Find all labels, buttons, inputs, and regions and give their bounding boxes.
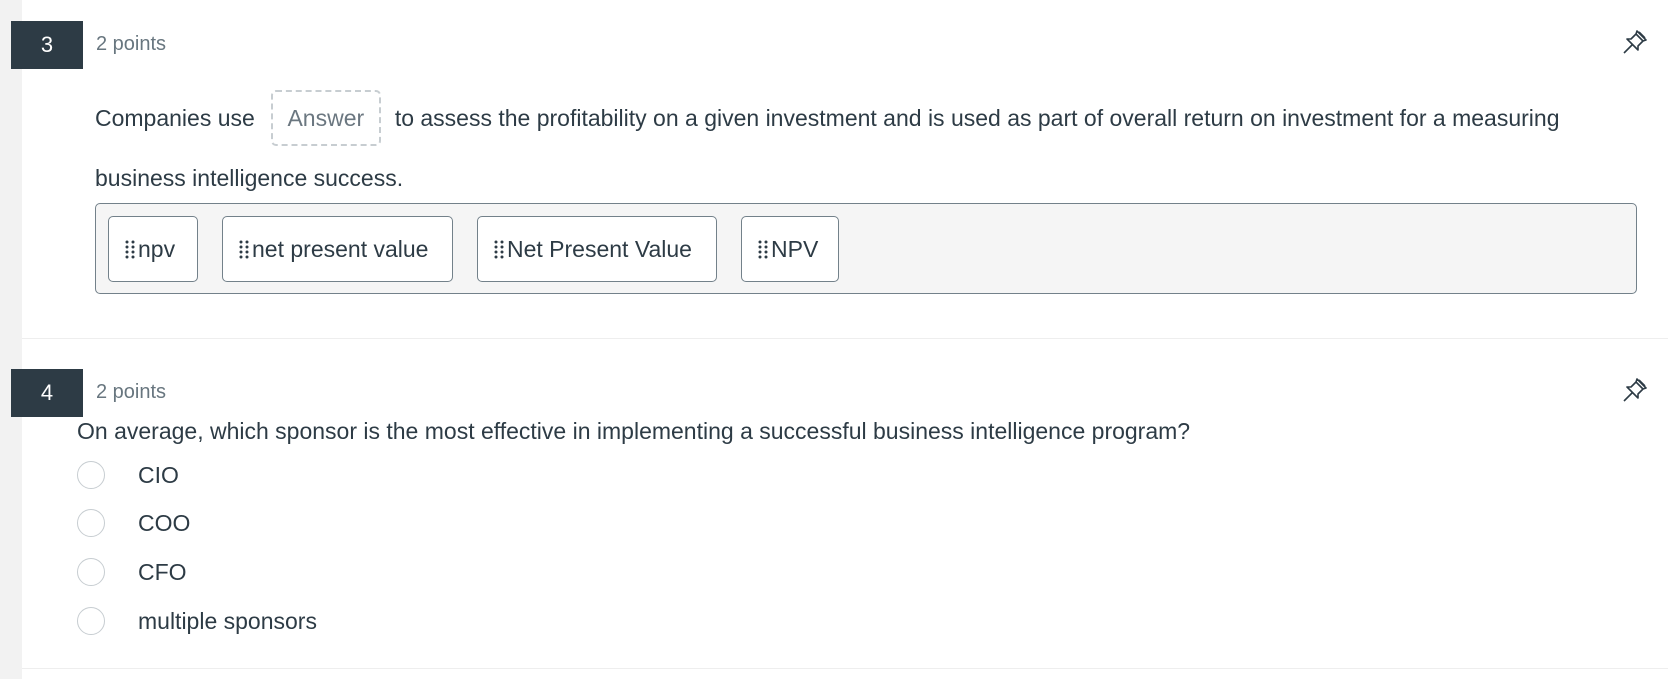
option-label: multiple sponsors	[138, 607, 317, 634]
radio-button[interactable]	[77, 607, 105, 635]
quiz-page: 3 2 points Companies use Answer to assess …	[0, 0, 1668, 679]
question-divider	[22, 668, 1668, 669]
answer-bank: npv net present value Net Present Value …	[95, 203, 1637, 294]
question-number-badge: 4	[11, 369, 83, 417]
answer-chip-net-present-value-lower[interactable]: net present value	[222, 216, 453, 282]
option-multiple-sponsors[interactable]: multiple sponsors	[77, 604, 317, 638]
radio-button[interactable]	[77, 461, 105, 489]
option-label: COO	[138, 509, 191, 536]
radio-button[interactable]	[77, 558, 105, 586]
left-gutter	[0, 0, 22, 679]
option-coo[interactable]: COO	[77, 506, 190, 540]
question-points: 2 points	[96, 381, 167, 403]
answer-chip-label: Net Present Value	[507, 235, 692, 262]
answer-chip-label: npv	[138, 235, 176, 262]
question-text: Companies use Answer to assess the profita…	[95, 88, 1645, 208]
pushpin-icon[interactable]	[1620, 375, 1650, 405]
drag-handle-icon	[239, 240, 249, 259]
answer-dropzone[interactable]: Answer	[270, 89, 381, 146]
answer-chip-npv[interactable]: npv	[108, 216, 198, 282]
answer-chip-label: net present value	[252, 235, 429, 262]
question-points: 2 points	[96, 33, 167, 55]
answer-chip-label: NPV	[771, 235, 819, 262]
drag-handle-icon	[125, 240, 135, 259]
drag-handle-icon	[758, 240, 768, 259]
question-number-badge: 3	[11, 21, 83, 69]
option-label: CFO	[138, 558, 187, 585]
pushpin-icon[interactable]	[1620, 27, 1650, 57]
answer-chip-npv-upper[interactable]: NPV	[741, 216, 839, 282]
drag-handle-icon	[494, 240, 504, 259]
question-number: 4	[40, 380, 54, 405]
option-label: CIO	[138, 461, 179, 488]
question-number: 3	[40, 32, 54, 57]
question-text-before: Companies use	[95, 105, 255, 131]
question-text: On average, which sponsor is the most ef…	[77, 418, 1191, 444]
answer-chip-net-present-value-title[interactable]: Net Present Value	[477, 216, 717, 282]
option-cfo[interactable]: CFO	[77, 555, 187, 589]
question-divider	[22, 338, 1668, 339]
radio-button[interactable]	[77, 509, 105, 537]
option-cio[interactable]: CIO	[77, 458, 179, 492]
